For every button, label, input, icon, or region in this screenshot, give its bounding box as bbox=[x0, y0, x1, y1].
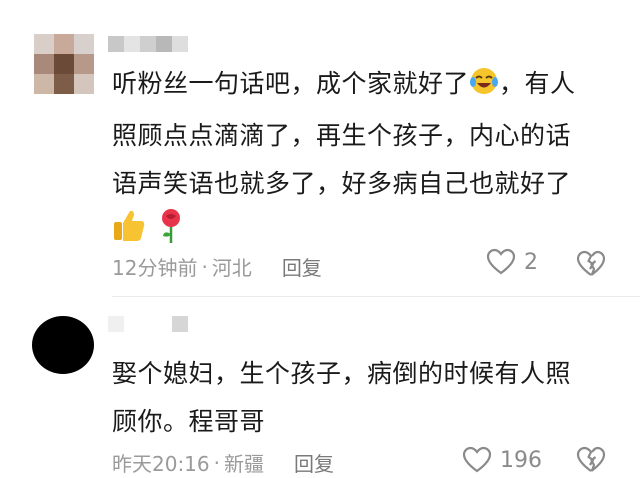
like-button[interactable]: 196 bbox=[462, 446, 542, 474]
heart-icon bbox=[462, 446, 492, 473]
comment-meta: 昨天20:16 · 新疆 回复 bbox=[112, 448, 334, 477]
broken-heart-icon bbox=[576, 250, 606, 276]
comment-meta: 12分钟前 · 河北 回复 bbox=[112, 252, 322, 281]
comment-item: 听粉丝一句话吧，成个家就好了 ，有人 照顾点点滴滴了，再生个孩子，内心的话 语声… bbox=[0, 0, 640, 296]
reply-button[interactable]: 回复 bbox=[282, 252, 322, 281]
like-button[interactable]: 2 bbox=[486, 248, 538, 276]
meta-separator: · bbox=[201, 254, 208, 279]
comment-text-line: 语声笑语也就多了，好多病自己也就好了 bbox=[112, 169, 572, 198]
comment-location: 新疆 bbox=[224, 452, 264, 476]
username-blurred[interactable] bbox=[108, 316, 188, 332]
dislike-button[interactable] bbox=[576, 446, 606, 478]
comment-text-line: ，有人 bbox=[499, 69, 576, 98]
reply-button[interactable]: 回复 bbox=[294, 448, 334, 477]
comment-time: 12分钟前 bbox=[112, 256, 198, 280]
comment-time: 昨天20:16 bbox=[112, 452, 210, 476]
avatar[interactable] bbox=[28, 314, 96, 376]
broken-heart-icon bbox=[576, 446, 606, 472]
comment-text-line: 听粉丝一句话吧，成个家就好了 bbox=[112, 69, 470, 98]
avatar[interactable] bbox=[34, 34, 94, 94]
laughing-crying-emoji-icon bbox=[469, 64, 499, 112]
username-blurred[interactable] bbox=[108, 36, 188, 52]
like-count: 2 bbox=[524, 249, 538, 275]
comment-text: 娶个媳妇，生个孩子，病倒的时候有人照 顾你。程哥哥 bbox=[112, 350, 612, 446]
comment-item: 娶个媳妇，生个孩子，病倒的时候有人照 顾你。程哥哥 昨天20:16 · 新疆 回… bbox=[0, 296, 640, 477]
comment-text: 听粉丝一句话吧，成个家就好了 ，有人 照顾点点滴滴了，再生个孩子，内心的话 语声… bbox=[112, 60, 612, 256]
dislike-button[interactable] bbox=[576, 250, 606, 282]
comment-text-line: 照顾点点滴滴了，再生个孩子，内心的话 bbox=[112, 121, 572, 150]
meta-separator: · bbox=[213, 450, 220, 475]
comment-location: 河北 bbox=[211, 256, 252, 280]
heart-icon bbox=[486, 248, 516, 275]
comment-text-line: 顾你。程哥哥 bbox=[112, 407, 266, 436]
like-count: 196 bbox=[500, 447, 542, 473]
comment-text-line: 娶个媳妇，生个孩子，病倒的时候有人照 bbox=[112, 359, 572, 388]
